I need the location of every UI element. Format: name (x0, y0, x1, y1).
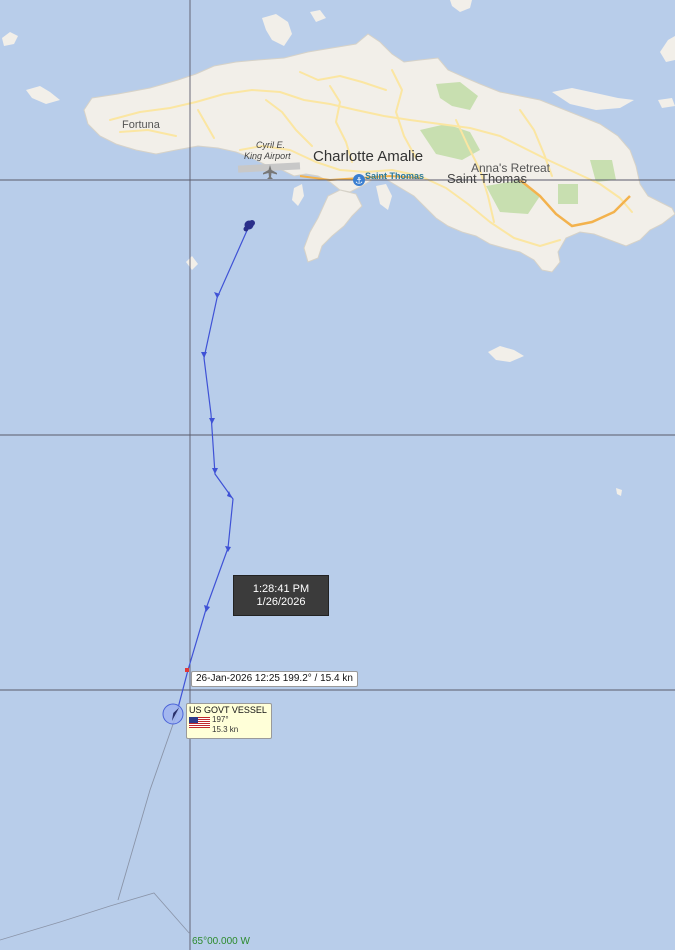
label-fortuna: Fortuna (122, 119, 161, 131)
label-saint-thomas: Saint Thomas (447, 171, 527, 186)
nautical-map[interactable]: Fortuna Cyril E. King Airport Charlotte … (0, 0, 675, 950)
label-airport-line1: Cyril E. (256, 140, 285, 150)
label-charlotte-amalie: Charlotte Amalie (313, 148, 423, 165)
position-report-label[interactable]: 26-Jan-2026 12:25 199.2° / 15.4 kn (191, 671, 358, 687)
track-time-tooltip: 1:28:41 PM 1/26/2026 (233, 575, 329, 616)
vessel-name: US GOVT VESSEL (189, 705, 267, 715)
svg-text:⚓: ⚓ (355, 177, 363, 187)
vessel-label-card[interactable]: US GOVT VESSEL 197° 15.3 kn (186, 703, 272, 739)
us-flag-icon (189, 717, 210, 728)
label-airport-line2: King Airport (244, 151, 291, 161)
longitude-label: 65°00.000 W (192, 936, 250, 947)
label-port: Saint Thomas (365, 171, 424, 181)
position-report-marker[interactable] (185, 668, 189, 672)
tooltip-date: 1/26/2026 (256, 596, 306, 608)
vessel-speed: 15.3 kn (212, 725, 239, 734)
vessel-icon[interactable] (162, 703, 184, 725)
tooltip-time: 1:28:41 PM (252, 583, 310, 595)
vessel-course: 197° (212, 715, 229, 724)
park-area-4 (558, 184, 578, 204)
